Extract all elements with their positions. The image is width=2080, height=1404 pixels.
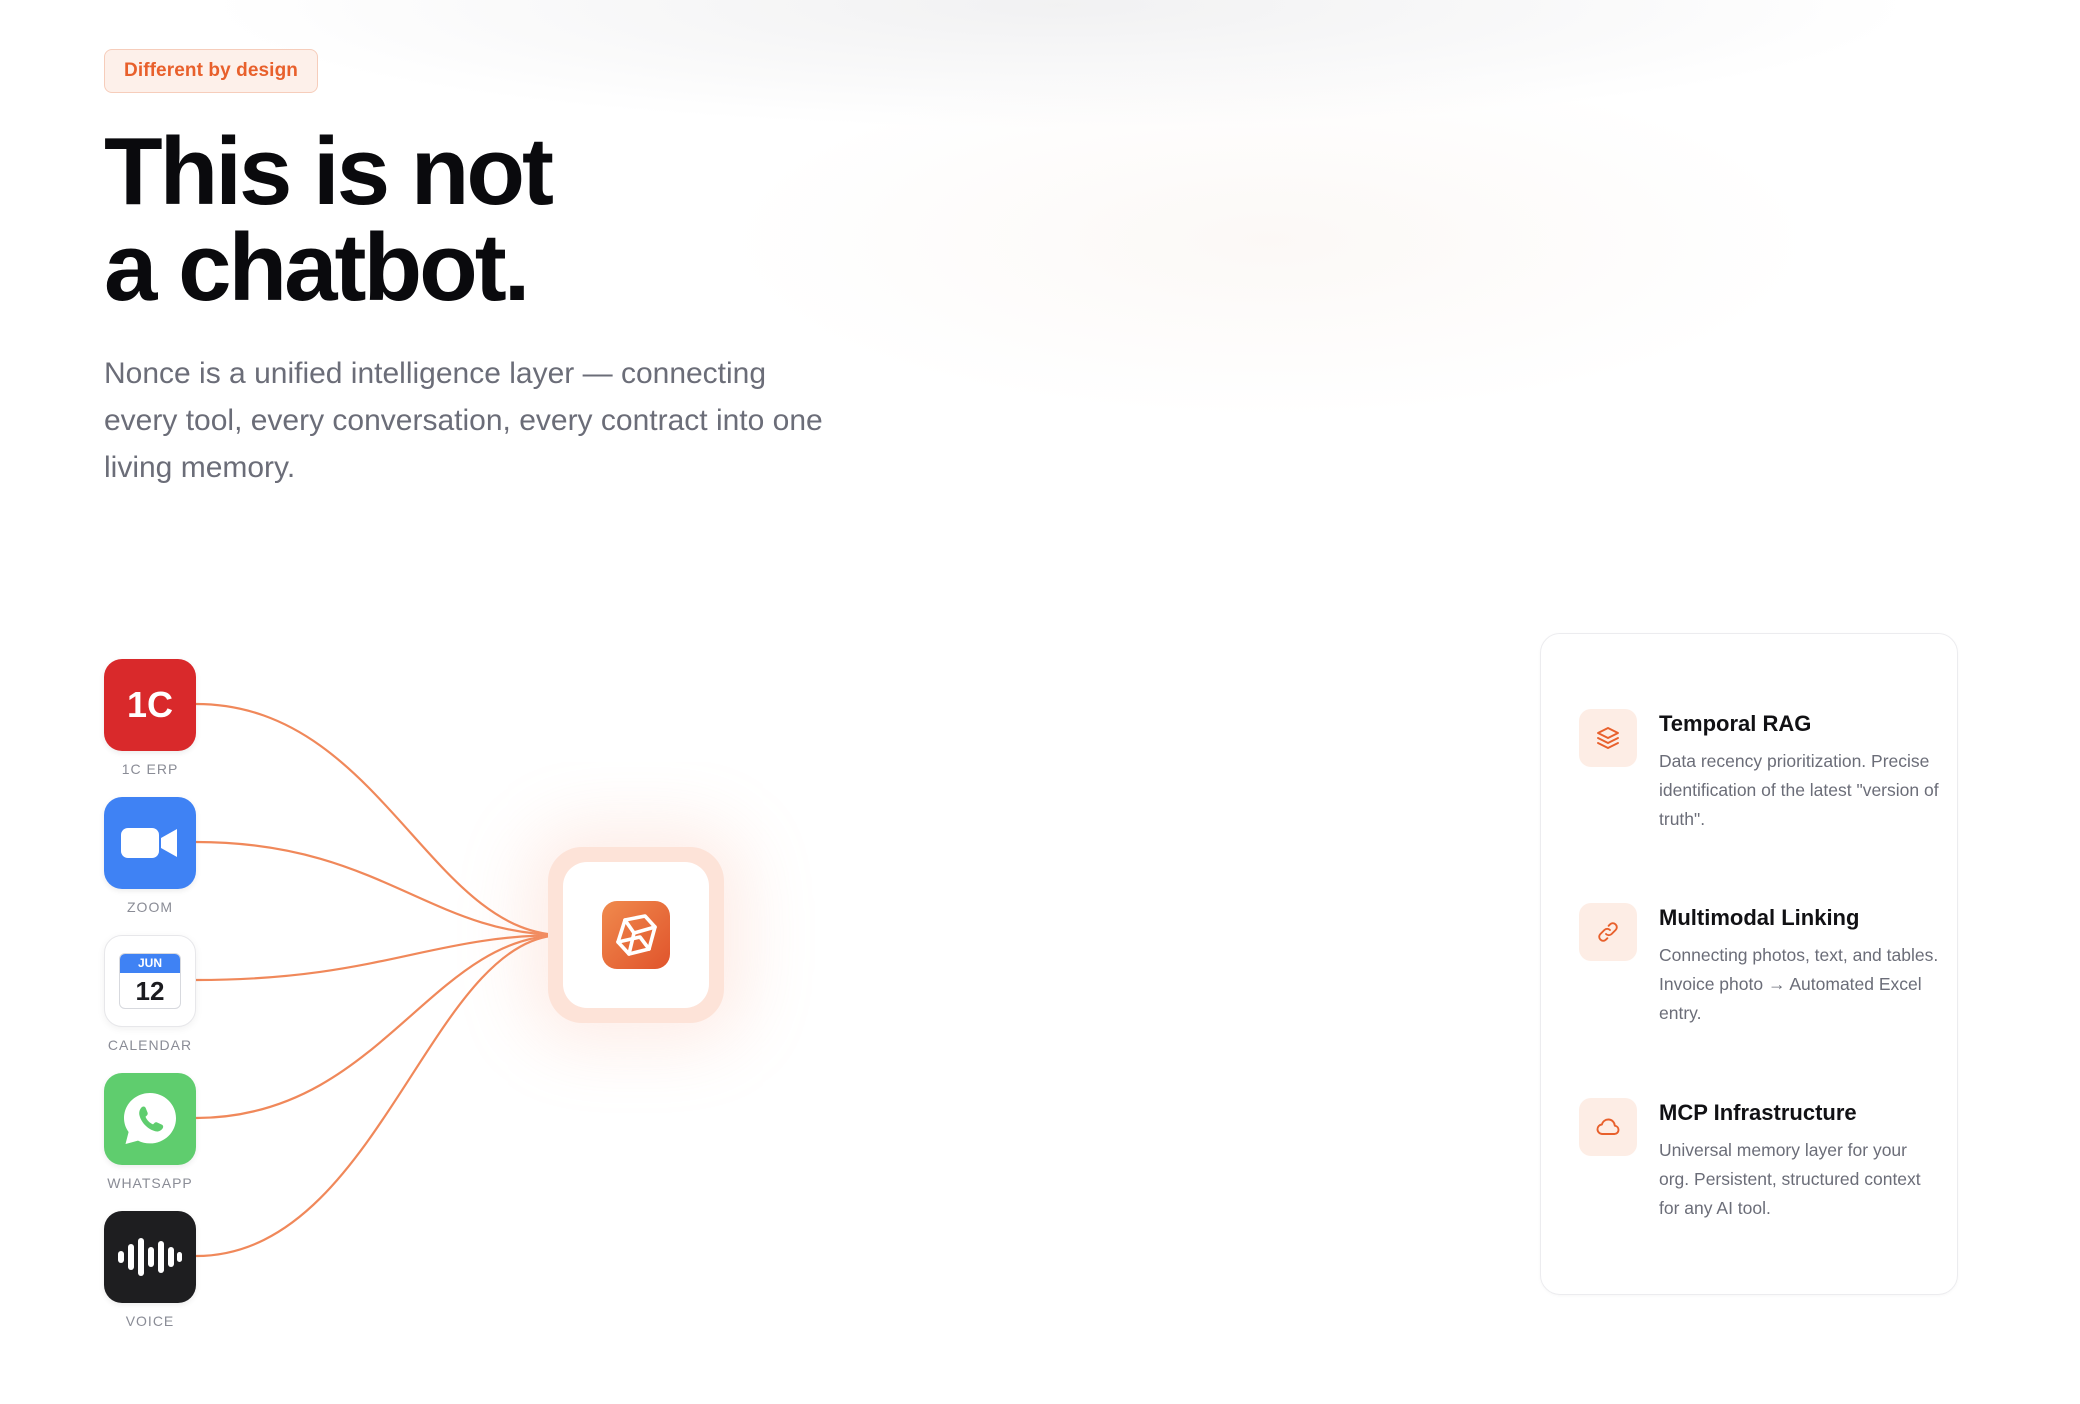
calendar-month: JUN bbox=[120, 954, 180, 973]
cube-knot-icon bbox=[616, 914, 657, 956]
source-label: CALENDAR bbox=[107, 1037, 193, 1053]
source-label: WHATSAPP bbox=[107, 1175, 193, 1191]
source-label: VOICE bbox=[125, 1313, 175, 1329]
voice-waveform-icon bbox=[104, 1211, 196, 1303]
page: Different by design This is not a chatbo… bbox=[0, 0, 2080, 1404]
calendar-day: 12 bbox=[135, 976, 165, 1006]
wire-voice bbox=[194, 933, 565, 1258]
feature-title: Temporal RAG bbox=[1659, 711, 1812, 736]
1c-erp-icon: 1C bbox=[104, 659, 196, 751]
source-calendar[interactable]: JUN 12 CALENDAR bbox=[104, 935, 196, 1053]
calendar-page: JUN 12 bbox=[119, 953, 181, 1009]
source-label: ZOOM bbox=[127, 899, 173, 915]
feature-title: Multimodal Linking bbox=[1659, 905, 1860, 930]
feature-description: Connecting photos, text, and tables. Inv… bbox=[1659, 945, 1939, 1023]
link-icon bbox=[1579, 903, 1637, 961]
video-camera-icon bbox=[121, 828, 177, 858]
wire-calendar bbox=[194, 933, 565, 982]
phone-bubble-icon bbox=[124, 1093, 176, 1144]
source-label: 1C ERP bbox=[121, 761, 179, 777]
features-card: Temporal RAG Data recency prioritization… bbox=[1540, 633, 1958, 1295]
source-zoom[interactable]: ZOOM bbox=[104, 797, 196, 915]
source-voice[interactable]: VOICE bbox=[104, 1211, 196, 1329]
zoom-icon bbox=[104, 797, 196, 889]
source-1c-erp[interactable]: 1C 1C ERP bbox=[104, 659, 196, 777]
1c-erp-glyph: 1C bbox=[126, 684, 174, 725]
nonce-hub-inner bbox=[563, 862, 709, 1008]
nonce-logo-icon bbox=[602, 901, 670, 969]
feature-description: Universal memory layer for your org. Per… bbox=[1659, 1140, 1921, 1218]
feature-title: MCP Infrastructure bbox=[1659, 1100, 1857, 1125]
wire-1c-erp bbox=[194, 702, 565, 937]
source-whatsapp[interactable]: WHATSAPP bbox=[104, 1073, 196, 1191]
layers-icon bbox=[1579, 709, 1637, 767]
feature-description: Data recency prioritization. Precise ide… bbox=[1659, 751, 1939, 829]
calendar-icon: JUN 12 bbox=[104, 935, 196, 1027]
waveform-icon bbox=[118, 1238, 182, 1276]
nonce-hub bbox=[548, 847, 724, 1023]
whatsapp-icon bbox=[104, 1073, 196, 1165]
cloud-icon bbox=[1579, 1098, 1637, 1156]
